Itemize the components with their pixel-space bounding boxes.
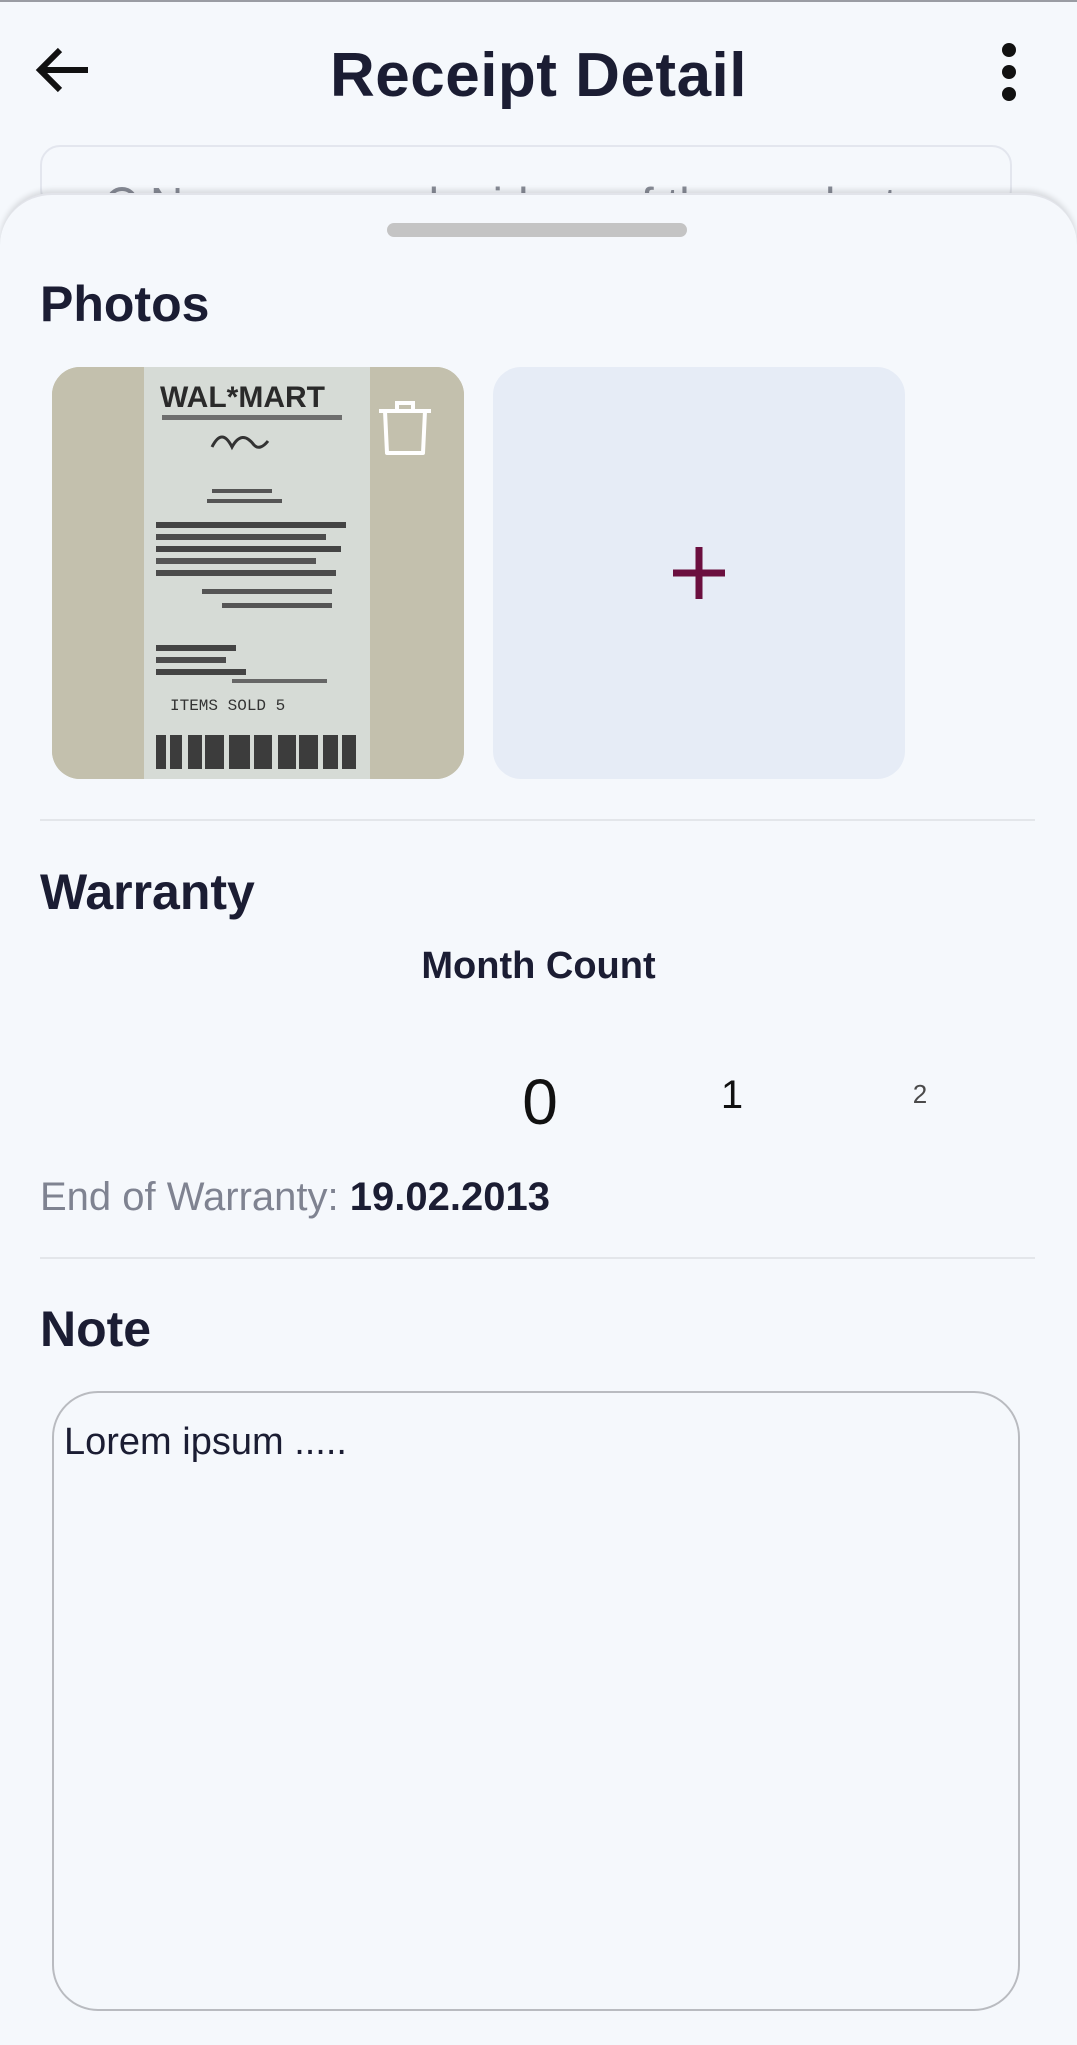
- month-picker-value[interactable]: 2: [900, 1079, 940, 1110]
- month-count-label: Month Count: [421, 945, 656, 987]
- plus-icon: [673, 547, 725, 599]
- warranty-end-row: End of Warranty: 19.02.2013: [40, 1175, 550, 1220]
- photos-heading: Photos: [40, 276, 210, 332]
- sheet-drag-handle[interactable]: [387, 223, 687, 237]
- warranty-heading: Warranty: [40, 864, 255, 920]
- more-vert-icon: [1002, 43, 1016, 101]
- note-textarea[interactable]: Lorem ipsum .....: [52, 1391, 1020, 2011]
- note-heading: Note: [40, 1301, 152, 1357]
- more-options-button[interactable]: [985, 40, 1035, 104]
- page-title: Receipt Detail: [329, 41, 748, 110]
- app-bar: Receipt Detail: [0, 0, 1077, 150]
- month-picker-value-selected[interactable]: 0: [500, 1065, 580, 1139]
- trash-icon: [379, 401, 431, 455]
- divider: [40, 1257, 1035, 1259]
- month-picker-value[interactable]: 1: [712, 1073, 752, 1118]
- bottom-sheet: Photos WAL*MART ITEMS SOLD 5 Warranty Mo…: [0, 193, 1077, 2045]
- note-text: Lorem ipsum .....: [64, 1421, 347, 1463]
- warranty-end-date: 19.02.2013: [349, 1175, 550, 1219]
- receipt-store-text: WAL*MART: [160, 381, 325, 414]
- warranty-end-label: End of Warranty:: [40, 1175, 350, 1219]
- receipt-footer-text: ITEMS SOLD 5: [170, 697, 285, 715]
- add-photo-button[interactable]: [493, 367, 905, 779]
- divider: [40, 819, 1035, 821]
- delete-photo-button[interactable]: [375, 395, 435, 459]
